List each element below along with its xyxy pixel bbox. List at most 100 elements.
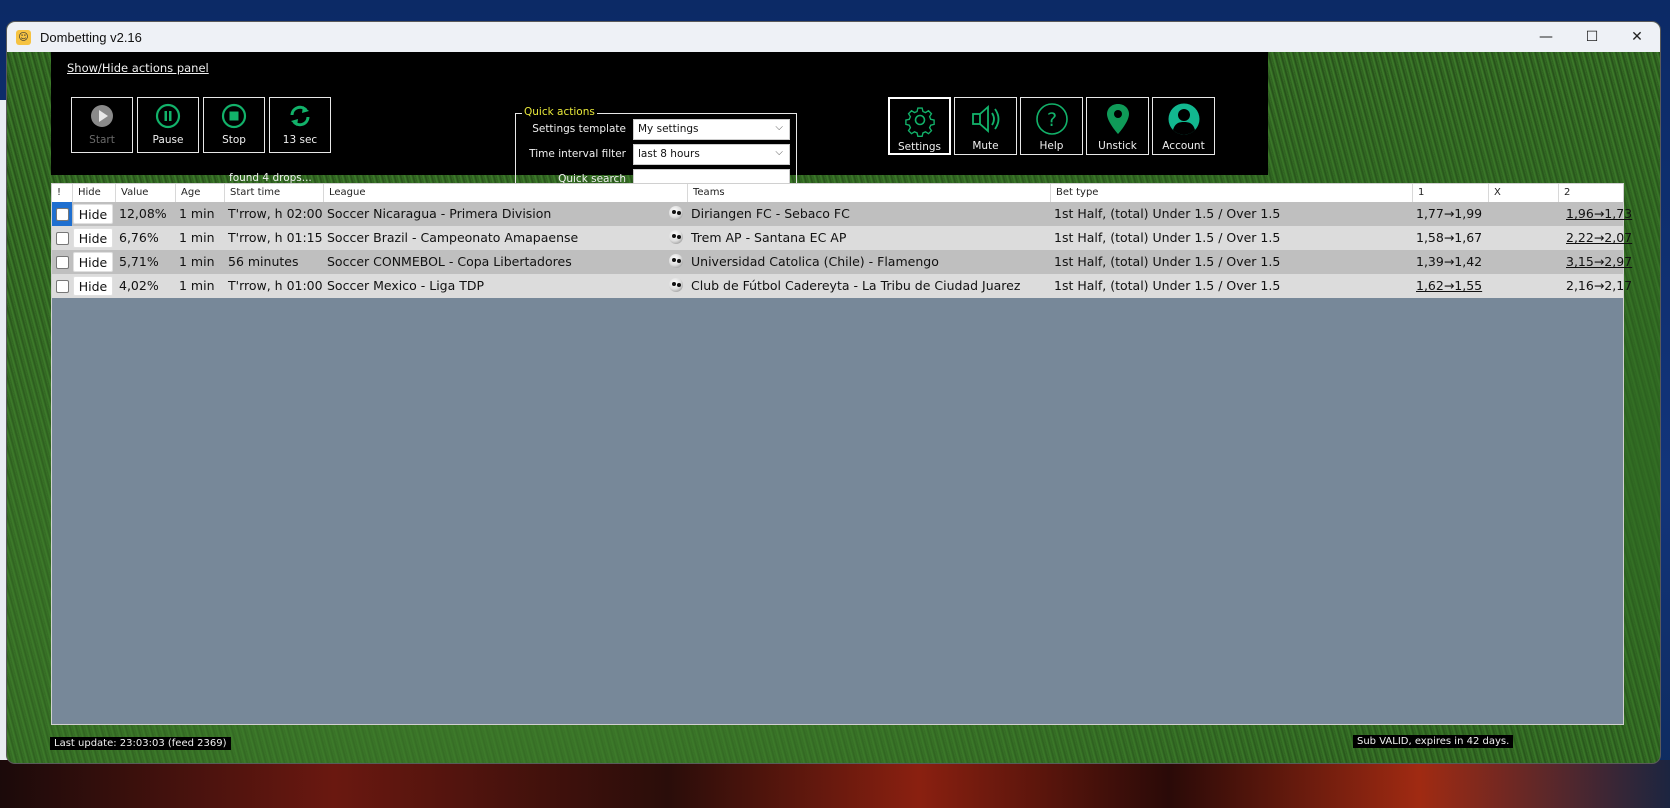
league-cell: Soccer Brazil - Campeonato Amapaense xyxy=(327,230,579,245)
play-icon xyxy=(91,105,113,127)
hide-row-button[interactable]: Hide xyxy=(73,228,113,248)
age-cell: 1 min xyxy=(179,230,215,245)
value-cell: 4,02% xyxy=(119,278,159,293)
account-label: Account xyxy=(1162,140,1205,152)
table-row[interactable]: Hide 4,02% 1 min T'rrow, h 01:00 Soccer Mexi… xyxy=(52,274,1632,298)
row-checkbox[interactable] xyxy=(55,207,69,221)
row-select-cell xyxy=(52,202,72,226)
column-header-flag[interactable]: ! xyxy=(52,184,72,202)
settings-template-value: My settings xyxy=(638,123,699,135)
speaker-icon xyxy=(971,105,999,133)
row-checkbox[interactable] xyxy=(55,231,69,245)
odd-1-cell[interactable]: 1,62→1,55 xyxy=(1412,274,1482,298)
table-row[interactable]: Hide 5,71% 1 min 56 minutes Soccer CONMEBOL … xyxy=(52,250,1632,274)
odd-2-cell[interactable]: 1,96→1,73 xyxy=(1562,202,1632,226)
column-header-odd-2[interactable]: 2 xyxy=(1558,184,1625,202)
teams-cell: Trem AP - Santana EC AP xyxy=(691,230,847,245)
row-select-cell xyxy=(52,250,72,274)
column-header-bet-type[interactable]: Bet type xyxy=(1050,184,1412,202)
actions-panel: Show/Hide actions panel Start Pause Stop xyxy=(51,52,1268,194)
odd-2-cell[interactable]: 2,16→2,17 xyxy=(1562,274,1632,298)
column-header-league[interactable]: League xyxy=(323,184,687,202)
stop-icon xyxy=(221,103,247,129)
column-header-start-time[interactable]: Start time xyxy=(224,184,323,202)
window-title: Dombetting v2.16 xyxy=(40,29,142,45)
table-row[interactable]: Hide 6,76% 1 min T'rrow, h 01:15 Soccer Braz… xyxy=(52,226,1632,250)
desktop-wallpaper xyxy=(0,760,1670,808)
teams-cell: Diriangen FC - Sebaco FC xyxy=(691,206,850,221)
column-header-odd-x[interactable]: X xyxy=(1488,184,1558,202)
refresh-button[interactable]: 13 sec xyxy=(269,97,331,153)
league-cell: Soccer Mexico - Liga TDP xyxy=(327,278,485,293)
row-checkbox[interactable] xyxy=(55,279,69,293)
time-interval-filter-select[interactable]: last 8 hours ⌵ xyxy=(633,144,790,165)
gear-icon xyxy=(904,107,935,137)
pause-button[interactable]: Pause xyxy=(137,97,199,153)
odd-2-cell[interactable]: 3,15→2,97 xyxy=(1562,250,1632,274)
value-cell: 5,71% xyxy=(119,254,159,269)
odd-x-cell xyxy=(1488,226,1492,250)
minimize-button[interactable]: — xyxy=(1523,22,1569,52)
column-header-hide[interactable]: Hide xyxy=(72,184,115,202)
start-time-cell: T'rrow, h 01:15 xyxy=(228,230,323,245)
league-cell: Soccer CONMEBOL - Copa Libertadores xyxy=(327,254,572,269)
map-pin-icon xyxy=(1106,104,1129,134)
help-label: Help xyxy=(1039,140,1064,152)
quick-actions-legend: Quick actions xyxy=(522,106,597,118)
show-hide-actions-panel-link[interactable]: Show/Hide actions panel xyxy=(67,61,209,75)
chevron-down-icon: ⌵ xyxy=(775,147,783,158)
last-update-status: Last update: 23:03:03 (feed 2369) xyxy=(50,737,231,750)
table-row[interactable]: Hide 12,08% 1 min T'rrow, h 02:00 Soccer Nic… xyxy=(52,202,1632,226)
age-cell: 1 min xyxy=(179,254,215,269)
quick-actions-group: Quick actions Settings template My setti… xyxy=(515,106,797,194)
teams-cell: Club de Fútbol Cadereyta - La Tribu de C… xyxy=(691,278,1021,293)
user-icon xyxy=(1168,103,1199,135)
stop-button[interactable]: Stop xyxy=(203,97,265,153)
settings-label: Settings xyxy=(897,141,942,153)
odd-1-cell[interactable]: 1,77→1,99 xyxy=(1412,202,1482,226)
hide-row-button[interactable]: Hide xyxy=(73,252,113,272)
start-button[interactable]: Start xyxy=(71,97,133,153)
unstick-button[interactable]: Unstick xyxy=(1086,97,1149,155)
hide-row-button[interactable]: Hide xyxy=(73,204,113,224)
help-button[interactable]: ? Help xyxy=(1020,97,1083,155)
odd-1-cell[interactable]: 1,58→1,67 xyxy=(1412,226,1482,250)
chevron-down-icon: ⌵ xyxy=(775,122,783,133)
row-select-cell xyxy=(52,226,72,250)
odd-2-cell[interactable]: 2,22→2,07 xyxy=(1562,226,1632,250)
column-header-odd-1[interactable]: 1 xyxy=(1412,184,1488,202)
maximize-button[interactable]: ☐ xyxy=(1569,22,1615,52)
close-button[interactable]: ✕ xyxy=(1614,22,1660,52)
settings-template-select[interactable]: My settings ⌵ xyxy=(633,119,790,140)
settings-button[interactable]: Settings xyxy=(888,97,951,155)
app-logo-icon: ☺ xyxy=(16,29,31,45)
row-checkbox[interactable] xyxy=(55,255,69,269)
start-time-cell: 56 minutes xyxy=(228,254,299,269)
unstick-label: Unstick xyxy=(1098,140,1137,152)
value-cell: 12,08% xyxy=(119,206,167,221)
bet-type-cell: 1st Half, (total) Under 1.5 / Over 1.5 xyxy=(1054,254,1281,269)
account-button[interactable]: Account xyxy=(1152,97,1215,155)
refresh-interval-label: 13 sec xyxy=(282,134,318,146)
pause-icon xyxy=(155,103,181,129)
drops-table: ! Hide Value Age Start time League Teams… xyxy=(51,183,1632,725)
mute-button[interactable]: Mute xyxy=(954,97,1017,155)
soccer-ball-icon xyxy=(669,230,683,244)
bet-type-cell: 1st Half, (total) Under 1.5 / Over 1.5 xyxy=(1054,278,1281,293)
odd-1-cell[interactable]: 1,39→1,42 xyxy=(1412,250,1482,274)
title-bar: ☺ Dombetting v2.16 — ☐ ✕ xyxy=(7,22,1660,52)
column-header-teams[interactable]: Teams xyxy=(687,184,1050,202)
app-window: ☺ Dombetting v2.16 — ☐ ✕ Show/Hide actio… xyxy=(7,22,1660,763)
column-header-age[interactable]: Age xyxy=(175,184,224,202)
hide-row-button[interactable]: Hide xyxy=(73,276,113,296)
odd-x-cell xyxy=(1488,250,1492,274)
svg-text:?: ? xyxy=(1046,109,1056,131)
time-interval-filter-value: last 8 hours xyxy=(638,148,700,160)
subscription-status: Sub VALID, expires in 42 days. xyxy=(1353,735,1514,748)
settings-template-label: Settings template xyxy=(532,123,626,135)
refresh-icon xyxy=(290,105,310,127)
teams-cell: Universidad Catolica (Chile) - Flamengo xyxy=(691,254,939,269)
help-icon: ? xyxy=(1035,103,1068,135)
column-header-value[interactable]: Value xyxy=(115,184,175,202)
soccer-ball-icon xyxy=(669,254,683,268)
